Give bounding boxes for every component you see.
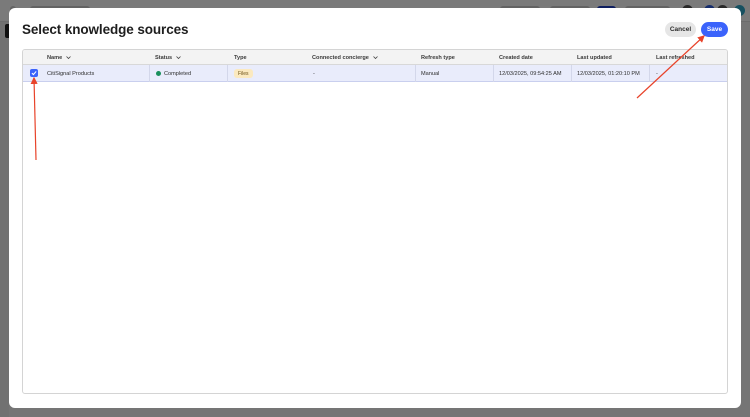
chevron-down-icon [66,56,72,60]
column-divider [571,65,572,82]
column-header-label: Type [234,54,247,61]
column-header-last-updated: Last updated [577,50,612,65]
save-button[interactable]: Save [701,22,728,37]
column-divider [649,65,650,82]
cancel-button[interactable]: Cancel [665,22,696,37]
column-header-connected-concierge[interactable]: Connected concierge [312,50,378,65]
status-completed-dot [156,71,161,76]
table-header: Name Status Type Connected concierge Ref… [23,50,727,65]
status-label: Completed [164,70,192,77]
column-header-label: Last refreshed [656,54,695,61]
column-header-label: Connected concierge [312,54,369,61]
chevron-down-icon [176,56,181,60]
knowledge-sources-table: Name Status Type Connected concierge Ref… [22,49,728,394]
cell-connected-concierge: - [313,70,315,77]
chevron-down-icon [373,56,378,60]
column-header-label: Name [47,54,63,61]
column-divider [415,65,416,82]
cell-status: Completed [156,65,191,82]
column-header-label: Last updated [577,54,612,61]
checkmark-icon [31,71,37,76]
column-header-name[interactable]: Name [47,50,72,65]
type-badge: Files [234,69,253,78]
column-header-label: Created date [499,54,533,61]
column-header-created-date: Created date [499,50,533,65]
column-divider [149,65,150,82]
row-select-checkbox[interactable] [30,69,38,77]
column-divider [227,65,228,82]
column-header-status[interactable]: Status [155,50,181,65]
cell-created-date: 12/03/2025, 09:54:25 AM [499,70,562,77]
cell-last-refreshed: - [656,70,658,77]
cell-type: Files [234,65,253,82]
column-header-label: Refresh type [421,54,455,61]
cell-last-updated: 12/03/2025, 01:20:10 PM [577,70,640,77]
dialog-title: Select knowledge sources [22,22,189,37]
column-header-last-refreshed: Last refreshed [656,50,695,65]
select-knowledge-sources-dialog: Select knowledge sources Cancel Save Nam… [9,8,741,408]
column-header-label: Status [155,54,173,61]
cell-name: CitiSignal Products [47,70,95,77]
column-divider [493,65,494,82]
column-header-refresh-type: Refresh type [421,50,455,65]
cell-refresh-type: Manual [421,70,440,77]
column-header-type: Type [234,50,247,65]
